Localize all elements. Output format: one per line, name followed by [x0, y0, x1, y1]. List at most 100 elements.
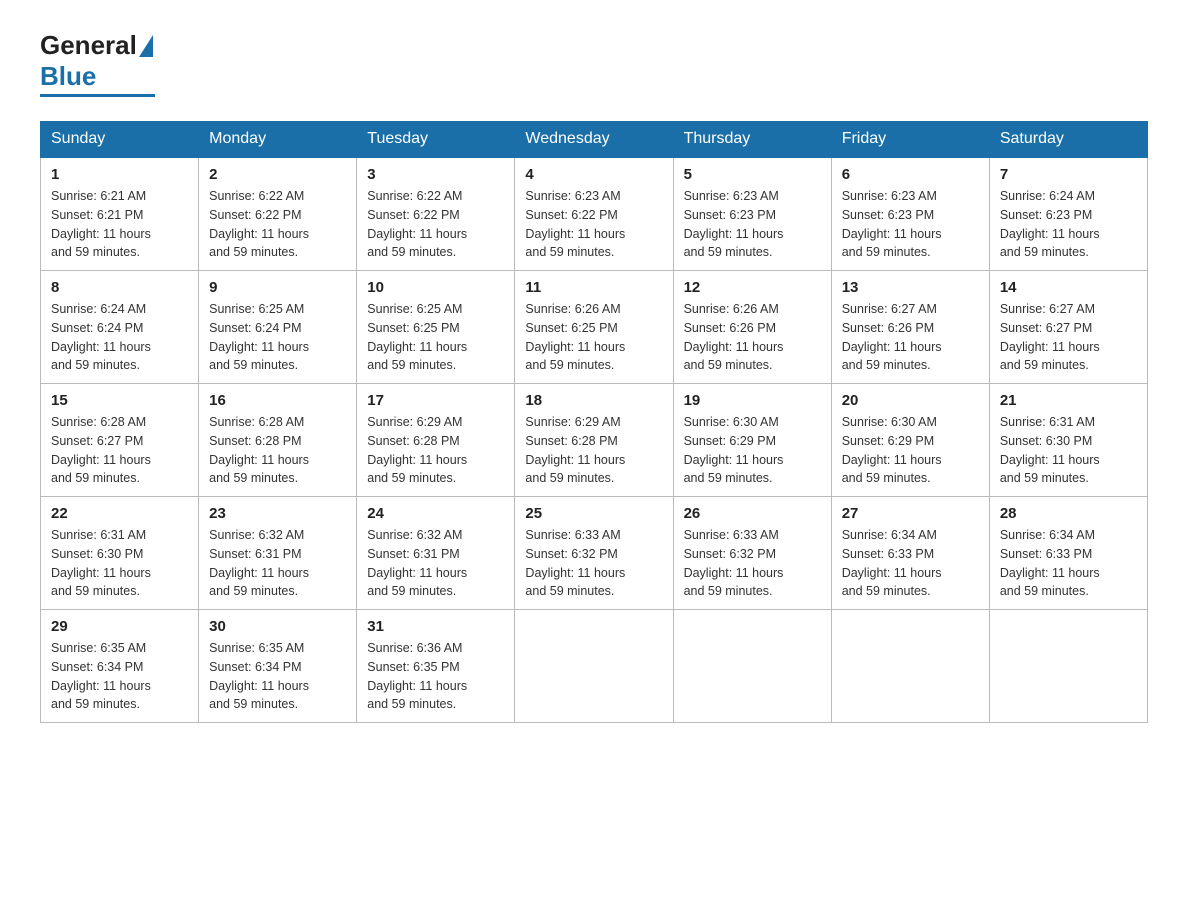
day-info: Sunrise: 6:29 AMSunset: 6:28 PMDaylight:…: [367, 413, 504, 488]
day-number: 22: [51, 505, 188, 522]
calendar-cell: 11 Sunrise: 6:26 AMSunset: 6:25 PMDayligh…: [515, 271, 673, 384]
day-info: Sunrise: 6:21 AMSunset: 6:21 PMDaylight:…: [51, 187, 188, 262]
day-number: 24: [367, 505, 504, 522]
day-info: Sunrise: 6:31 AMSunset: 6:30 PMDaylight:…: [1000, 413, 1137, 488]
calendar-table: SundayMondayTuesdayWednesdayThursdayFrid…: [40, 121, 1148, 723]
calendar-cell: 14 Sunrise: 6:27 AMSunset: 6:27 PMDayligh…: [989, 271, 1147, 384]
logo: General Blue: [40, 30, 155, 97]
day-info: Sunrise: 6:27 AMSunset: 6:26 PMDaylight:…: [842, 300, 979, 375]
calendar-header-saturday: Saturday: [989, 122, 1147, 158]
day-number: 13: [842, 279, 979, 296]
calendar-cell: 26 Sunrise: 6:33 AMSunset: 6:32 PMDayligh…: [673, 497, 831, 610]
calendar-cell: 1 Sunrise: 6:21 AMSunset: 6:21 PMDaylight…: [41, 157, 199, 271]
day-info: Sunrise: 6:27 AMSunset: 6:27 PMDaylight:…: [1000, 300, 1137, 375]
calendar-cell: 6Sunrise: 6:23 AMSunset: 6:23 PMDaylight…: [831, 157, 989, 271]
day-info: Sunrise: 6:35 AMSunset: 6:34 PMDaylight:…: [209, 639, 346, 714]
day-number: 1: [51, 166, 188, 183]
calendar-cell: 13 Sunrise: 6:27 AMSunset: 6:26 PMDayligh…: [831, 271, 989, 384]
calendar-cell: 30 Sunrise: 6:35 AMSunset: 6:34 PMDayligh…: [199, 610, 357, 723]
day-number: 2: [209, 166, 346, 183]
day-number: 5: [684, 166, 821, 183]
calendar-cell: 23 Sunrise: 6:32 AMSunset: 6:31 PMDayligh…: [199, 497, 357, 610]
day-info: Sunrise: 6:22 AMSunset: 6:22 PMDaylight:…: [209, 187, 346, 262]
day-info: Sunrise: 6:36 AMSunset: 6:35 PMDaylight:…: [367, 639, 504, 714]
day-number: 25: [525, 505, 662, 522]
logo-triangle-icon: [139, 35, 153, 57]
calendar-cell: 8 Sunrise: 6:24 AMSunset: 6:24 PMDaylight…: [41, 271, 199, 384]
day-info: Sunrise: 6:28 AMSunset: 6:27 PMDaylight:…: [51, 413, 188, 488]
day-info: Sunrise: 6:26 AMSunset: 6:25 PMDaylight:…: [525, 300, 662, 375]
calendar-cell: [989, 610, 1147, 723]
logo-underline: [40, 94, 155, 97]
calendar-cell: 25 Sunrise: 6:33 AMSunset: 6:32 PMDayligh…: [515, 497, 673, 610]
calendar-cell: 19 Sunrise: 6:30 AMSunset: 6:29 PMDayligh…: [673, 384, 831, 497]
day-number: 30: [209, 618, 346, 635]
day-number: 7: [1000, 166, 1137, 183]
day-number: 28: [1000, 505, 1137, 522]
day-info: Sunrise: 6:23 AMSunset: 6:23 PMDaylight:…: [684, 187, 821, 262]
day-info: Sunrise: 6:33 AMSunset: 6:32 PMDaylight:…: [684, 526, 821, 601]
day-info: Sunrise: 6:25 AMSunset: 6:25 PMDaylight:…: [367, 300, 504, 375]
calendar-header-row: SundayMondayTuesdayWednesdayThursdayFrid…: [41, 122, 1148, 158]
day-info: Sunrise: 6:34 AMSunset: 6:33 PMDaylight:…: [842, 526, 979, 601]
calendar-header-monday: Monday: [199, 122, 357, 158]
calendar-cell: 21Sunrise: 6:31 AMSunset: 6:30 PMDayligh…: [989, 384, 1147, 497]
calendar-cell: 16 Sunrise: 6:28 AMSunset: 6:28 PMDayligh…: [199, 384, 357, 497]
day-number: 3: [367, 166, 504, 183]
day-number: 31: [367, 618, 504, 635]
day-number: 15: [51, 392, 188, 409]
day-info: Sunrise: 6:29 AMSunset: 6:28 PMDaylight:…: [525, 413, 662, 488]
calendar-header-tuesday: Tuesday: [357, 122, 515, 158]
day-number: 16: [209, 392, 346, 409]
day-number: 17: [367, 392, 504, 409]
calendar-week-row: 1 Sunrise: 6:21 AMSunset: 6:21 PMDaylight…: [41, 157, 1148, 271]
day-info: Sunrise: 6:35 AMSunset: 6:34 PMDaylight:…: [51, 639, 188, 714]
calendar-week-row: 22Sunrise: 6:31 AMSunset: 6:30 PMDayligh…: [41, 497, 1148, 610]
day-number: 23: [209, 505, 346, 522]
day-number: 19: [684, 392, 821, 409]
day-info: Sunrise: 6:24 AMSunset: 6:23 PMDaylight:…: [1000, 187, 1137, 262]
day-number: 27: [842, 505, 979, 522]
calendar-cell: [515, 610, 673, 723]
day-number: 26: [684, 505, 821, 522]
day-info: Sunrise: 6:30 AMSunset: 6:29 PMDaylight:…: [684, 413, 821, 488]
day-number: 9: [209, 279, 346, 296]
calendar-cell: 10 Sunrise: 6:25 AMSunset: 6:25 PMDayligh…: [357, 271, 515, 384]
day-info: Sunrise: 6:23 AMSunset: 6:23 PMDaylight:…: [842, 187, 979, 262]
calendar-week-row: 8 Sunrise: 6:24 AMSunset: 6:24 PMDaylight…: [41, 271, 1148, 384]
day-number: 29: [51, 618, 188, 635]
calendar-cell: 5 Sunrise: 6:23 AMSunset: 6:23 PMDaylight…: [673, 157, 831, 271]
day-number: 8: [51, 279, 188, 296]
calendar-cell: [673, 610, 831, 723]
page-header: General Blue: [40, 30, 1148, 97]
calendar-cell: 4 Sunrise: 6:23 AMSunset: 6:22 PMDaylight…: [515, 157, 673, 271]
calendar-cell: 20Sunrise: 6:30 AMSunset: 6:29 PMDayligh…: [831, 384, 989, 497]
day-info: Sunrise: 6:33 AMSunset: 6:32 PMDaylight:…: [525, 526, 662, 601]
calendar-header-thursday: Thursday: [673, 122, 831, 158]
calendar-cell: 29 Sunrise: 6:35 AMSunset: 6:34 PMDayligh…: [41, 610, 199, 723]
calendar-week-row: 15 Sunrise: 6:28 AMSunset: 6:27 PMDayligh…: [41, 384, 1148, 497]
day-info: Sunrise: 6:24 AMSunset: 6:24 PMDaylight:…: [51, 300, 188, 375]
logo-general: General: [40, 30, 137, 61]
day-number: 12: [684, 279, 821, 296]
calendar-cell: 17 Sunrise: 6:29 AMSunset: 6:28 PMDayligh…: [357, 384, 515, 497]
day-info: Sunrise: 6:22 AMSunset: 6:22 PMDaylight:…: [367, 187, 504, 262]
calendar-cell: 15 Sunrise: 6:28 AMSunset: 6:27 PMDayligh…: [41, 384, 199, 497]
calendar-cell: 12Sunrise: 6:26 AMSunset: 6:26 PMDayligh…: [673, 271, 831, 384]
day-number: 11: [525, 279, 662, 296]
day-number: 14: [1000, 279, 1137, 296]
day-info: Sunrise: 6:32 AMSunset: 6:31 PMDaylight:…: [209, 526, 346, 601]
calendar-cell: 28Sunrise: 6:34 AMSunset: 6:33 PMDayligh…: [989, 497, 1147, 610]
day-info: Sunrise: 6:23 AMSunset: 6:22 PMDaylight:…: [525, 187, 662, 262]
day-info: Sunrise: 6:25 AMSunset: 6:24 PMDaylight:…: [209, 300, 346, 375]
day-info: Sunrise: 6:30 AMSunset: 6:29 PMDaylight:…: [842, 413, 979, 488]
day-number: 4: [525, 166, 662, 183]
logo-blue: Blue: [40, 61, 96, 92]
day-number: 10: [367, 279, 504, 296]
calendar-cell: 3 Sunrise: 6:22 AMSunset: 6:22 PMDaylight…: [357, 157, 515, 271]
calendar-cell: 18Sunrise: 6:29 AMSunset: 6:28 PMDayligh…: [515, 384, 673, 497]
day-info: Sunrise: 6:28 AMSunset: 6:28 PMDaylight:…: [209, 413, 346, 488]
calendar-cell: 27 Sunrise: 6:34 AMSunset: 6:33 PMDayligh…: [831, 497, 989, 610]
calendar-cell: [831, 610, 989, 723]
day-info: Sunrise: 6:32 AMSunset: 6:31 PMDaylight:…: [367, 526, 504, 601]
